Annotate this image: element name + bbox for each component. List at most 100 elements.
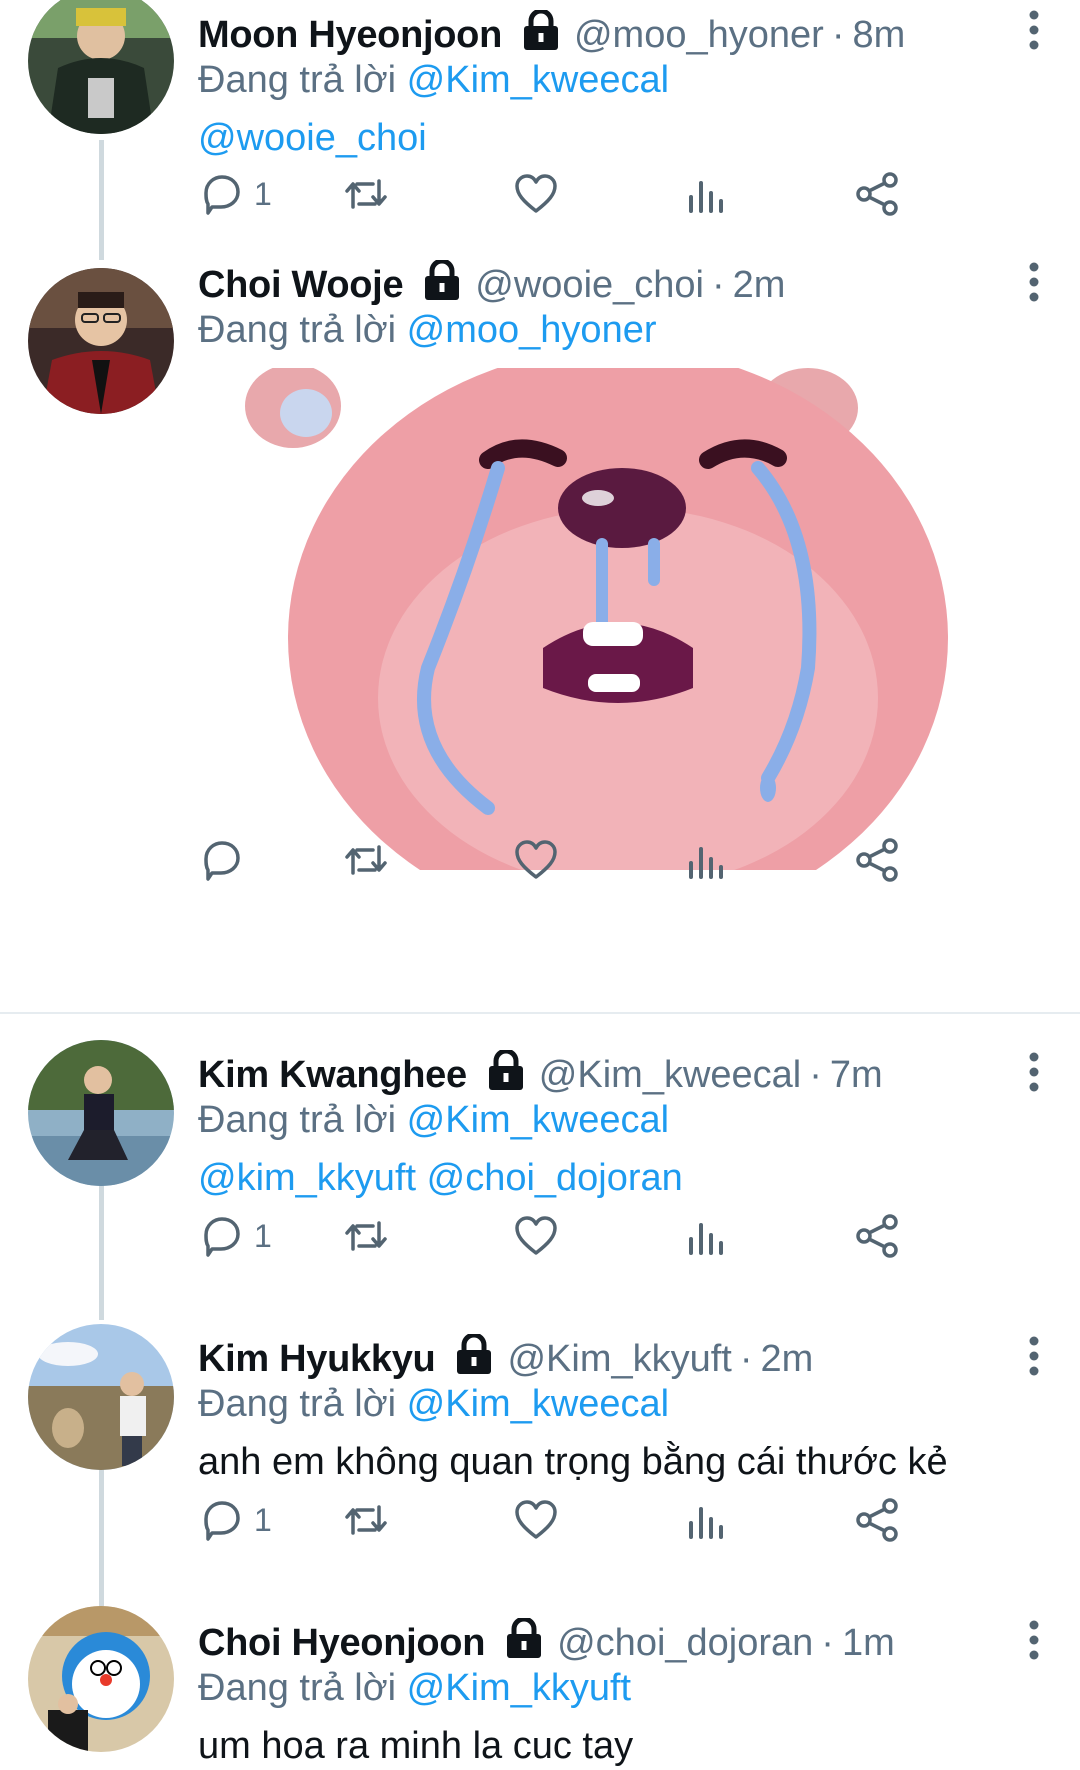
author-name[interactable]: Moon Hyeonjoon xyxy=(198,12,502,58)
separator-dot: · xyxy=(739,1338,753,1380)
author-handle[interactable]: @Kim_kweecal xyxy=(539,1052,801,1098)
retweet-icon xyxy=(345,1221,387,1251)
tweet[interactable]: Kim Hyukkyu @Kim_kkyuft · 2m Đang trả lờ… xyxy=(0,1316,1080,1596)
retweet-button[interactable] xyxy=(343,830,389,890)
tweet[interactable]: Choi Hyeonjoon @choi_dojoran · 1m Đang t… xyxy=(0,1600,1080,1768)
reply-to-mention[interactable]: @Kim_kkyuft xyxy=(407,1667,631,1709)
analytics-icon xyxy=(689,847,723,879)
reply-icon xyxy=(204,1501,240,1541)
avatar[interactable] xyxy=(28,268,174,414)
reply-to-mention[interactable]: @Kim_kweecal xyxy=(407,1099,669,1141)
separator-dot: · xyxy=(809,1054,822,1096)
more-vertical-icon[interactable] xyxy=(1026,1052,1042,1092)
timestamp[interactable]: 8m xyxy=(852,12,905,58)
tweet-text[interactable]: @wooie_choi xyxy=(198,114,1050,162)
action-bar xyxy=(198,830,1018,890)
more-vertical-icon[interactable] xyxy=(1026,10,1042,50)
analytics-icon xyxy=(689,181,723,213)
lock-icon xyxy=(455,1332,493,1376)
share-button[interactable] xyxy=(854,1206,900,1266)
retweet-icon xyxy=(345,845,387,875)
retweet-button[interactable] xyxy=(343,164,389,224)
retweet-icon xyxy=(345,1505,387,1535)
tweet-image[interactable] xyxy=(198,368,1010,870)
author-name[interactable]: Kim Hyukkyu xyxy=(198,1336,436,1382)
reply-count: 1 xyxy=(254,1501,272,1538)
analytics-button[interactable] xyxy=(683,164,729,224)
tweet[interactable]: Kim Kwanghee @Kim_kweecal · 7m Đang trả … xyxy=(0,1030,1080,1310)
reply-count: 1 xyxy=(254,1217,272,1254)
reply-button[interactable]: 1 xyxy=(198,1206,272,1266)
avatar[interactable] xyxy=(28,1040,174,1186)
avatar[interactable] xyxy=(28,0,174,134)
thread-divider xyxy=(0,1012,1080,1014)
tweet-text[interactable]: anh em không quan trọng bằng cái thước k… xyxy=(198,1438,1050,1486)
timestamp[interactable]: 1m xyxy=(842,1620,895,1666)
separator-dot: · xyxy=(712,264,725,306)
reply-context: Đang trả lời @Kim_kweecal xyxy=(198,1382,1050,1426)
retweet-button[interactable] xyxy=(343,1490,389,1550)
reply-prefix: Đang trả lời xyxy=(198,1383,397,1425)
timestamp[interactable]: 2m xyxy=(733,262,786,308)
share-button[interactable] xyxy=(854,830,900,890)
heart-icon xyxy=(515,840,557,879)
more-vertical-icon[interactable] xyxy=(1026,262,1042,302)
analytics-button[interactable] xyxy=(683,1490,729,1550)
reply-button[interactable]: 1 xyxy=(198,164,272,224)
analytics-icon xyxy=(689,1507,723,1539)
reply-prefix: Đang trả lời xyxy=(198,1667,397,1709)
like-button[interactable] xyxy=(513,1490,559,1550)
tweet-text[interactable]: @kim_kkyuft @choi_dojoran xyxy=(198,1154,1050,1202)
reply-to-mention[interactable]: @Kim_kweecal xyxy=(407,1383,669,1425)
tweet[interactable]: Moon Hyeonjoon @moo_hyoner · 8m Đang trả… xyxy=(0,0,1080,250)
timestamp[interactable]: 7m xyxy=(830,1052,883,1098)
reply-prefix: Đang trả lời xyxy=(198,309,397,351)
retweet-icon xyxy=(345,179,387,209)
action-bar: 1 xyxy=(198,1490,1018,1550)
reply-icon xyxy=(204,175,240,215)
tweet[interactable]: Choi Wooje @wooie_choi · 2m Đang trả lời… xyxy=(0,250,1080,1010)
share-icon xyxy=(856,172,898,216)
lock-icon xyxy=(487,1048,525,1092)
more-vertical-icon[interactable] xyxy=(1026,1336,1042,1376)
share-icon xyxy=(856,838,898,882)
heart-icon xyxy=(515,1500,557,1539)
analytics-button[interactable] xyxy=(683,1206,729,1266)
heart-icon xyxy=(515,174,557,213)
like-button[interactable] xyxy=(513,164,559,224)
reply-button[interactable] xyxy=(198,830,254,890)
separator-dot: · xyxy=(821,1622,834,1664)
share-button[interactable] xyxy=(854,164,900,224)
author-handle[interactable]: @moo_hyoner xyxy=(574,12,824,58)
lock-icon xyxy=(522,8,560,52)
reply-to-mention[interactable]: @moo_hyoner xyxy=(407,309,657,351)
reply-count: 1 xyxy=(254,175,272,212)
reply-prefix: Đang trả lời xyxy=(198,59,397,101)
share-icon xyxy=(856,1214,898,1258)
author-handle[interactable]: @wooie_choi xyxy=(475,262,704,308)
reply-context: Đang trả lời @moo_hyoner xyxy=(198,308,1050,352)
lock-icon xyxy=(505,1616,543,1660)
like-button[interactable] xyxy=(513,1206,559,1266)
retweet-button[interactable] xyxy=(343,1206,389,1266)
reply-icon xyxy=(204,841,240,881)
lock-icon xyxy=(423,258,461,302)
avatar[interactable] xyxy=(28,1324,174,1470)
author-handle[interactable]: @choi_dojoran xyxy=(557,1620,813,1666)
author-handle[interactable]: @Kim_kkyuft xyxy=(507,1336,731,1382)
action-bar: 1 xyxy=(198,1206,1018,1266)
tweet-text[interactable]: um hoa ra minh la cuc tay xyxy=(198,1722,1050,1770)
avatar[interactable] xyxy=(28,1606,174,1752)
reply-icon xyxy=(204,1217,240,1257)
reply-to-mention[interactable]: @Kim_kweecal xyxy=(407,59,669,101)
share-button[interactable] xyxy=(854,1490,900,1550)
more-vertical-icon[interactable] xyxy=(1026,1620,1042,1660)
author-name[interactable]: Choi Wooje xyxy=(198,262,404,308)
author-name[interactable]: Kim Kwanghee xyxy=(198,1052,467,1098)
reply-button[interactable]: 1 xyxy=(198,1490,272,1550)
analytics-icon xyxy=(689,1223,723,1255)
analytics-button[interactable] xyxy=(683,830,729,890)
timestamp[interactable]: 2m xyxy=(761,1336,814,1382)
like-button[interactable] xyxy=(513,830,559,890)
author-name[interactable]: Choi Hyeonjoon xyxy=(198,1620,485,1666)
